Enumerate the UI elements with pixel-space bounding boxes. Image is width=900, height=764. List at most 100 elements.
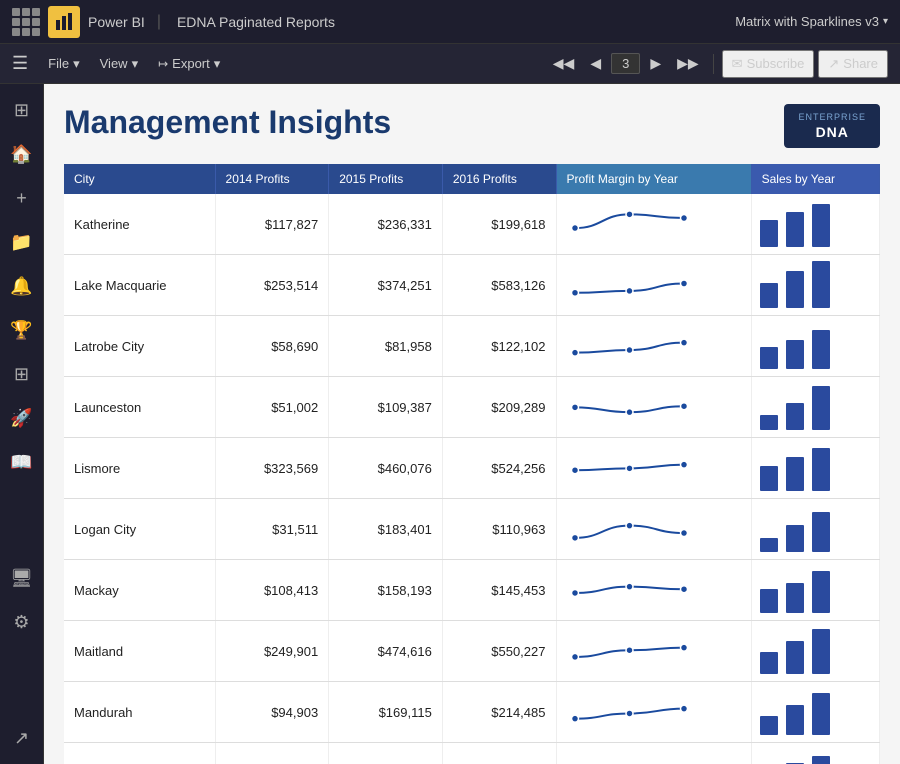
profit-2014-cell: $249,901: [215, 621, 329, 682]
table-row: Maitland$249,901$474,616$550,227: [64, 621, 880, 682]
profit-2014-cell: $94,903: [215, 682, 329, 743]
col-header-2014: 2014 Profits: [215, 164, 329, 194]
sparkline-svg: [557, 255, 702, 312]
sidebar: ⊞ 🏠 + 📁 🔔 🏆 ⊞ 🚀 📖 🖥 ⚙ ↗: [0, 84, 44, 764]
sparkline-cell: [556, 438, 751, 499]
profit-2014-cell: $253,514: [215, 255, 329, 316]
matrix-title: Matrix with Sparklines v3 ▾: [735, 14, 888, 29]
first-page-button[interactable]: ◀◀: [547, 53, 581, 74]
hamburger-icon[interactable]: ☰: [12, 53, 28, 74]
bar-chart-svg: [752, 316, 847, 373]
bar-cell: [751, 682, 879, 743]
table-row: Maryborough$75,970$194,048$108,591: [64, 743, 880, 764]
sparkline-cell: [556, 682, 751, 743]
profit-2015-cell: $194,048: [329, 743, 443, 764]
enterprise-dna-logo: ENTERPRISE DNA: [784, 104, 880, 148]
chevron-down-icon[interactable]: ▾: [883, 16, 888, 27]
sidebar-icon-folder[interactable]: 📁: [4, 224, 40, 260]
sparkline-svg: [557, 621, 702, 678]
bar-chart-svg: [752, 743, 847, 764]
sidebar-icon-grid[interactable]: ⊞: [4, 92, 40, 128]
sparkline-svg: [557, 499, 702, 556]
table-row: Launceston$51,002$109,387$209,289: [64, 377, 880, 438]
city-cell: Mandurah: [64, 682, 215, 743]
profit-2014-cell: $58,690: [215, 316, 329, 377]
bar-cell: [751, 255, 879, 316]
table-row: Latrobe City$58,690$81,958$122,102: [64, 316, 880, 377]
powerbi-logo: [48, 6, 80, 38]
second-bar: ☰ File ▾ View ▾ ↦ Export ▾ ◀◀ ◀ 3 ▶ ▶▶ ✉…: [0, 44, 900, 84]
col-header-2015: 2015 Profits: [329, 164, 443, 194]
page-number[interactable]: 3: [611, 53, 640, 74]
sparkline-svg: [557, 682, 702, 739]
view-chevron-icon: ▾: [132, 56, 139, 72]
city-cell: Logan City: [64, 499, 215, 560]
city-cell: Maryborough: [64, 743, 215, 764]
profit-2015-cell: $81,958: [329, 316, 443, 377]
bar-cell: [751, 499, 879, 560]
export-button[interactable]: ↦ Export ▾: [150, 52, 228, 76]
bar-cell: [751, 316, 879, 377]
bar-cell: [751, 621, 879, 682]
city-cell: Lake Macquarie: [64, 255, 215, 316]
sidebar-icon-trophy[interactable]: 🏆: [4, 312, 40, 348]
grid-icon[interactable]: [12, 8, 40, 36]
profit-2014-cell: $108,413: [215, 560, 329, 621]
bar-cell: [751, 438, 879, 499]
report-header: Management Insights ENTERPRISE DNA: [64, 104, 880, 148]
profit-2016-cell: $583,126: [442, 255, 556, 316]
sparkline-cell: [556, 621, 751, 682]
profit-2014-cell: $323,569: [215, 438, 329, 499]
sidebar-icon-add[interactable]: +: [4, 180, 40, 216]
sparkline-cell: [556, 316, 751, 377]
profit-2015-cell: $374,251: [329, 255, 443, 316]
city-cell: Launceston: [64, 377, 215, 438]
bar-chart-svg: [752, 621, 847, 678]
top-bar: Power BI | EDNA Paginated Reports Matrix…: [0, 0, 900, 44]
bar-chart-svg: [752, 560, 847, 617]
bar-cell: [751, 743, 879, 764]
sparkline-svg: [557, 377, 702, 434]
city-cell: Maitland: [64, 621, 215, 682]
profit-2015-cell: $158,193: [329, 560, 443, 621]
view-button[interactable]: View ▾: [92, 52, 146, 76]
sparkline-svg: [557, 194, 702, 251]
main-content: Management Insights ENTERPRISE DNA City …: [44, 84, 900, 764]
table-row: Lake Macquarie$253,514$374,251$583,126: [64, 255, 880, 316]
table-row: Lismore$323,569$460,076$524,256: [64, 438, 880, 499]
sparkline-svg: [557, 316, 702, 373]
sidebar-icon-book[interactable]: 📖: [4, 444, 40, 480]
sidebar-icon-rocket[interactable]: 🚀: [4, 400, 40, 436]
main-layout: ⊞ 🏠 + 📁 🔔 🏆 ⊞ 🚀 📖 🖥 ⚙ ↗ Management Insig…: [0, 84, 900, 764]
sidebar-icon-settings[interactable]: ⚙: [4, 604, 40, 640]
profit-2014-cell: $75,970: [215, 743, 329, 764]
sidebar-icon-arrow[interactable]: ↗: [4, 720, 40, 756]
profit-2014-cell: $31,511: [215, 499, 329, 560]
sidebar-icon-bell[interactable]: 🔔: [4, 268, 40, 304]
file-button[interactable]: File ▾: [40, 52, 87, 76]
share-button[interactable]: ↗ Share: [818, 50, 888, 78]
brand-label: Power BI: [88, 14, 145, 30]
profit-2014-cell: $51,002: [215, 377, 329, 438]
col-header-city: City: [64, 164, 215, 194]
profit-2016-cell: $145,453: [442, 560, 556, 621]
share-label: Share: [843, 56, 878, 71]
profit-2016-cell: $108,591: [442, 743, 556, 764]
last-page-button[interactable]: ▶▶: [671, 53, 705, 74]
profit-2016-cell: $199,618: [442, 194, 556, 255]
sidebar-icon-home[interactable]: 🏠: [4, 136, 40, 172]
col-header-margin: Profit Margin by Year: [556, 164, 751, 194]
prev-page-button[interactable]: ◀: [584, 53, 607, 74]
col-header-sales: Sales by Year: [751, 164, 879, 194]
next-page-button[interactable]: ▶: [644, 53, 667, 74]
sparkline-cell: [556, 560, 751, 621]
sparkline-cell: [556, 743, 751, 764]
sidebar-icon-monitor[interactable]: 🖥: [4, 560, 40, 596]
subscribe-button[interactable]: ✉ Subscribe: [722, 50, 815, 78]
profit-2016-cell: $110,963: [442, 499, 556, 560]
logo-bottom-text: DNA: [816, 124, 849, 140]
file-chevron-icon: ▾: [73, 56, 80, 72]
page-navigation: ◀◀ ◀ 3 ▶ ▶▶: [547, 53, 705, 74]
sidebar-icon-apps[interactable]: ⊞: [4, 356, 40, 392]
profit-2015-cell: $169,115: [329, 682, 443, 743]
